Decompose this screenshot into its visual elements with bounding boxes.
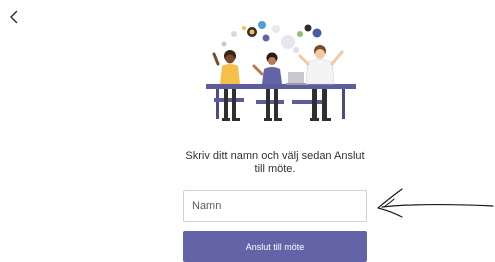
instruction-line-2: till möte. [254, 163, 296, 175]
back-button[interactable] [4, 6, 24, 28]
people-meeting-illustration [206, 21, 356, 121]
join-meeting-button[interactable]: Anslut till möte [183, 231, 367, 262]
hand-drawn-arrow-icon [377, 188, 494, 218]
chevron-left-icon [10, 10, 18, 24]
thought-bubbles-icon [221, 21, 322, 53]
instruction-text: Skriv ditt namn och välj sedan Anslut ti… [170, 150, 380, 176]
instruction-line-1: Skriv ditt namn och välj sedan Anslut [185, 150, 365, 162]
name-input[interactable] [183, 190, 367, 222]
